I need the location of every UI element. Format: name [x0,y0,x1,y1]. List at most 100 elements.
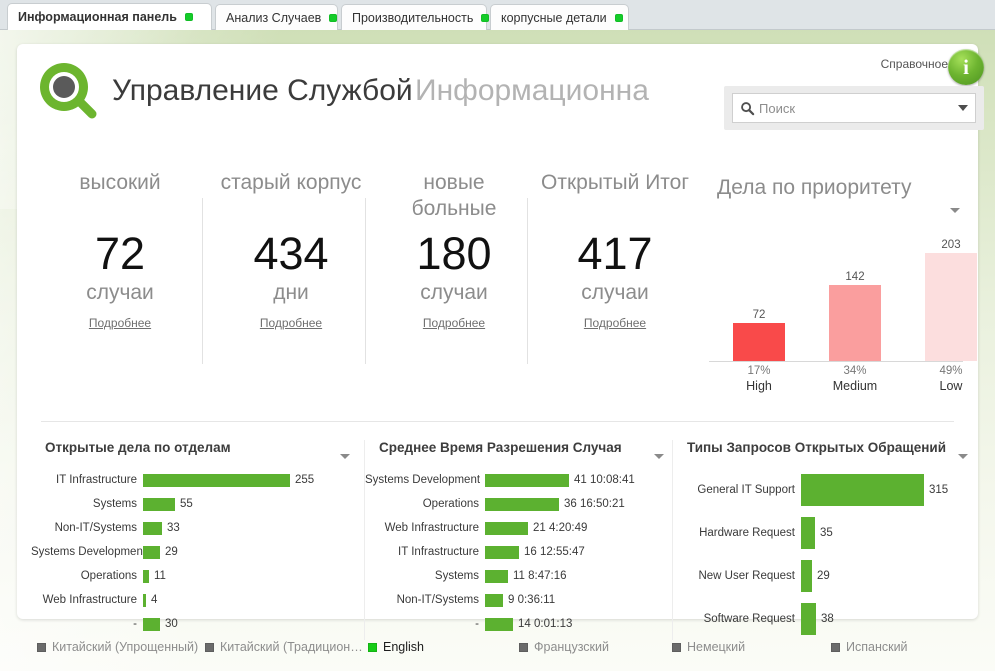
browser-tab-strip: Информационная панель Анализ Случаев Произ… [0,0,995,30]
chart-row-bar[interactable] [143,545,160,559]
kpi-tile-2: новые больные 180 случаи Подробнее [380,170,528,332]
chevron-down-icon[interactable] [958,105,968,111]
chart-row-bar[interactable] [801,516,815,549]
language-option-0[interactable]: Китайский (Упрощенный) [37,640,198,654]
chart-row-bar[interactable] [485,569,508,583]
priority-name: Low [939,379,963,393]
chart-row-bar[interactable] [485,545,519,559]
info-icon[interactable]: i [948,49,984,85]
priority-axis-label-medium: 34% Medium [820,364,890,394]
tab-status-dot-icon [481,13,490,22]
chart-row: Web Infrastructure 21 4:20:49 [365,516,672,540]
priority-chart-menu-icon[interactable] [950,200,960,218]
language-option-2[interactable]: English [368,640,424,654]
language-label: Испанский [846,640,908,654]
chart-row-label: IT Infrastructure [56,474,137,486]
chart-row-bar[interactable] [143,617,160,631]
chart-row-bar[interactable] [485,521,528,535]
chart-row-bar[interactable] [485,617,513,631]
chart-row: Systems Development 41 10:08:41 [365,468,672,492]
chart-row-bar[interactable] [801,473,924,506]
chart-row-label: Non-IT/Systems [396,594,479,606]
chart-row-value: 21 4:20:49 [533,522,588,534]
browser-tab-label: Анализ Случаев [226,10,322,25]
chart-row-bar[interactable] [143,497,175,511]
language-option-4[interactable]: Немецкий [672,640,745,654]
chart-row: - 14 0:01:13 [365,612,672,636]
chart-row-label: Web Infrastructure [42,594,137,606]
chart-row-value: 4 [151,594,158,606]
page-title: Управление Службой [112,74,413,107]
language-swatch-icon [205,642,214,652]
search-icon [740,101,755,116]
chart-row: Operations 11 [31,564,364,588]
browser-tab-0[interactable]: Информационная панель [7,3,212,30]
chart-row: New User Request 29 [673,554,978,597]
kpi-details-link[interactable]: Подробнее [260,316,322,330]
magnifier-logo-icon [37,60,99,122]
kpi-value: 417 [577,228,653,279]
panel-menu-icon[interactable] [654,446,664,464]
tab-status-dot-icon [184,13,193,21]
language-swatch-icon [519,642,528,652]
language-label: Китайский (Упрощенный) [52,640,199,654]
chart-row-bar[interactable] [143,473,290,487]
chart-row-label: Hardware Request [699,526,795,539]
priority-bar-value: 72 [752,309,766,321]
chart-row-bar[interactable] [485,497,559,511]
chart-row-label: Operations [422,498,479,510]
kpi-divider-2 [527,198,528,364]
panel-menu-icon[interactable] [958,446,968,464]
chart-row-label: Web Infrastructure [384,522,479,534]
language-swatch-icon [672,642,681,652]
kpi-divider-0 [202,198,203,364]
chart-row-bar[interactable] [485,593,503,607]
language-label: Французский [534,640,609,654]
chart-row: Systems 55 [31,492,364,516]
kpi-label: новые больные [411,171,497,220]
browser-tab-1[interactable]: Анализ Случаев [215,4,338,30]
browser-tab-2[interactable]: Производительность [341,4,490,30]
chart-row: Operations 36 16:50:21 [365,492,672,516]
kpi-unit: дни [273,281,309,304]
priority-percent: 34% [843,365,867,377]
dashboard-card: Управление Службой Информационна Справоч… [17,44,984,640]
language-label: Китайский (Традицион… [220,640,363,654]
chart-row: General IT Support 315 [673,468,978,511]
browser-tab-3[interactable]: корпусные детали [490,4,629,30]
chart-row-bar[interactable] [143,521,162,535]
tab-status-dot-icon [329,13,338,22]
kpi-value: 72 [94,228,146,279]
chart-row-bar[interactable] [485,473,569,487]
language-swatch-icon [831,642,840,652]
search-input[interactable] [757,99,958,117]
language-option-1[interactable]: Китайский (Традицион… [205,640,363,654]
kpi-tile-0: высокий 72 случаи Подробнее [46,170,194,332]
priority-bar-medium[interactable]: 142 [829,267,881,361]
kpi-details-link[interactable]: Подробнее [423,316,485,330]
panel-rows: IT Infrastructure 255 Systems 55 Non-IT/Syst… [31,468,364,636]
language-bar: Китайский (Упрощенный) Китайский (Традици… [0,640,995,666]
chart-row-label: Operations [80,570,137,582]
kpi-details-link[interactable]: Подробнее [89,316,151,330]
chart-row-value: 55 [180,498,193,510]
priority-percent: 49% [939,365,963,377]
chart-row-label: Systems Development [365,474,481,486]
kpi-details-link[interactable]: Подробнее [584,316,646,330]
priority-bar-high[interactable]: 72 [733,305,785,361]
priority-chart-title: Дела по приоритету [717,176,912,199]
chart-row-value: 33 [167,522,180,534]
chart-row-label: IT Infrastructure [398,546,479,558]
language-option-5[interactable]: Испанский [831,640,908,654]
chart-row-value: 255 [295,474,315,486]
language-option-3[interactable]: Французский [519,640,609,654]
help-link[interactable]: Справочное [852,57,948,73]
chart-row-bar[interactable] [801,559,812,592]
priority-bar-low[interactable]: 203 [925,235,977,361]
chart-row-bar[interactable] [801,602,816,635]
priority-name: High [746,379,772,393]
priority-bar-rect [733,323,785,361]
chart-row-value: 38 [821,612,834,625]
search-box[interactable] [732,93,976,123]
panel-menu-icon[interactable] [340,446,350,464]
